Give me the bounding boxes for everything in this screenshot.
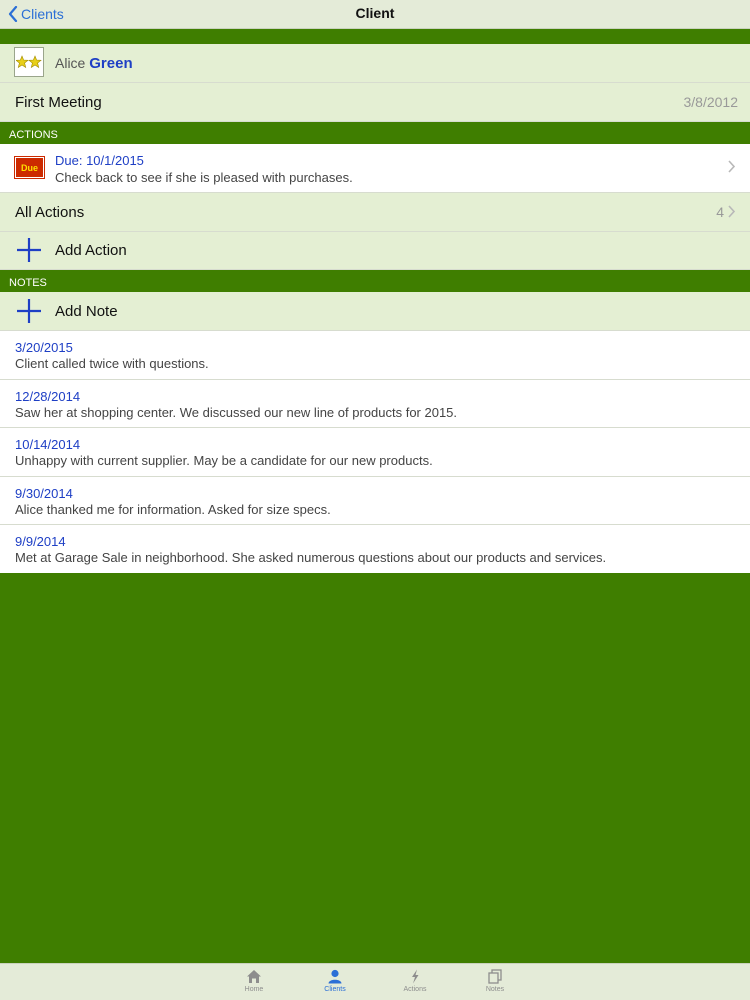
first-meeting-row: First Meeting 3/8/2012 [0,83,750,122]
note-date: 10/14/2014 [15,437,81,452]
chevron-right-icon [728,205,736,221]
chevron-right-icon [728,160,736,176]
note-date: 9/9/2014 [15,534,66,549]
note-text: Met at Garage Sale in neighborhood. She … [15,550,607,565]
notes-icon [488,969,502,984]
all-actions-row[interactable]: All Actions 4 [0,193,750,232]
tab-actions-label: Actions [403,986,427,993]
note-text: Unhappy with current supplier. May be a … [15,453,433,468]
tab-home-label: Home [244,986,264,993]
note-date: 3/20/2015 [15,340,73,355]
note-item[interactable]: 9/30/2014 Alice thanked me for informati… [0,477,750,525]
tab-clients[interactable]: Clients [305,964,365,1000]
first-meeting-label: First Meeting [15,94,102,111]
plus-icon [16,237,42,268]
actions-section-header: ACTIONS [0,122,750,144]
first-meeting-date: 3/8/2012 [683,94,739,110]
top-divider-band [0,29,750,44]
note-text: Alice thanked me for information. Asked … [15,502,331,517]
notes-section-header: NOTES [0,270,750,292]
home-icon [247,970,261,983]
tab-bar: Home Clients Actions Notes [0,963,750,1000]
add-action-label: Add Action [55,242,127,259]
note-item[interactable]: 9/9/2014 Met at Garage Sale in neighborh… [0,525,750,573]
lightning-icon [412,969,419,984]
note-date: 9/30/2014 [15,486,73,501]
navigation-bar: Clients Client [0,0,750,29]
note-item[interactable]: 12/28/2014 Saw her at shopping center. W… [0,380,750,428]
person-icon [328,969,342,984]
client-name-row[interactable]: Alice Green [0,44,750,83]
tab-home[interactable]: Home [224,964,284,1000]
note-item[interactable]: 3/20/2015 Client called twice with quest… [0,331,750,380]
client-last-name: Green [89,55,133,72]
tab-clients-label: Clients [324,986,346,993]
note-item[interactable]: 10/14/2014 Unhappy with current supplier… [0,428,750,477]
plus-icon [16,298,42,329]
all-actions-label: All Actions [15,204,85,221]
add-note-label: Add Note [55,303,118,320]
due-badge: Due [14,156,45,179]
note-text: Saw her at shopping center. We discussed… [15,405,458,420]
add-note-row[interactable]: Add Note [0,292,750,331]
action-item[interactable]: Due Due: 10/1/2015 Check back to see if … [0,144,750,193]
tab-actions[interactable]: Actions [385,964,445,1000]
action-description: Check back to see if she is pleased with… [55,170,353,185]
note-date: 12/28/2014 [15,389,81,404]
note-text: Client called twice with questions. [15,356,209,371]
all-actions-count: 4 [716,204,724,220]
two-stars-icon [14,47,44,77]
tab-notes[interactable]: Notes [465,964,525,1000]
tab-notes-label: Notes [485,986,505,993]
page-title: Client [355,5,395,21]
add-action-row[interactable]: Add Action [0,232,750,270]
client-name: Alice Green [55,55,133,72]
action-due-date: Due: 10/1/2015 [55,153,144,168]
client-first-name: Alice [55,55,86,71]
